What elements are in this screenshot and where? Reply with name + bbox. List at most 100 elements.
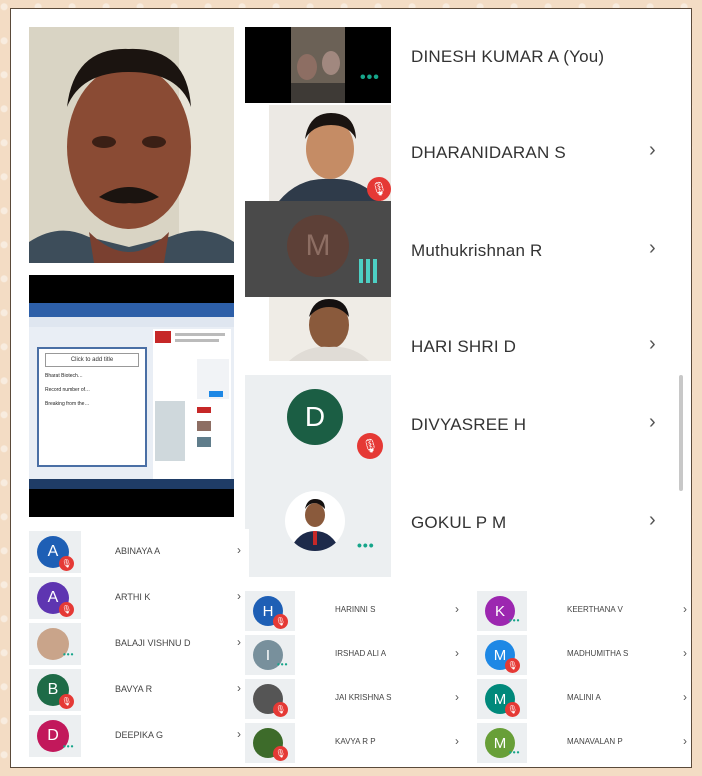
participant-video-young-man[interactable]: 🎙 (269, 105, 391, 201)
chevron-right-icon[interactable]: › (683, 602, 687, 616)
list-item[interactable]: DHARANIDARAN S › (407, 123, 677, 183)
mic-off-icon: 🎙 (59, 602, 74, 617)
chevron-right-icon[interactable]: › (455, 646, 459, 660)
chevron-right-icon[interactable]: › (683, 646, 687, 660)
more-options-icon[interactable]: ••• (63, 742, 74, 751)
list-item[interactable]: HARI SHRI D › (407, 317, 677, 377)
slide-bullet: Breaking from the… (45, 401, 90, 407)
list-item[interactable]: M 🎙 MALINI A › (477, 677, 691, 721)
avatar-tile: B 🎙 (29, 669, 81, 711)
list-item[interactable]: DINESH KUMAR A (You) (407, 27, 677, 87)
avatar-initial: K (494, 602, 505, 620)
more-options-icon[interactable]: ••• (277, 660, 288, 669)
chevron-right-icon[interactable]: › (237, 681, 241, 695)
chevron-right-icon[interactable]: › (649, 411, 656, 434)
list-item[interactable]: H 🎙 HARINNI S › (245, 589, 465, 633)
mic-off-icon: 🎙 (273, 614, 288, 629)
avatar-initial: M (305, 229, 331, 262)
more-options-icon[interactable]: ••• (63, 650, 74, 659)
slide-bullet: Record number of… (45, 387, 91, 393)
participant-name: Muthukrishnan R (411, 241, 543, 260)
list-item[interactable]: 🎙 JAI KRISHNA S › (245, 677, 465, 721)
list-item[interactable]: DIVYASREE H › (407, 395, 677, 455)
list-item[interactable]: I ••• IRSHAD ALI A › (245, 633, 465, 677)
list-item[interactable]: A 🎙 ABINAYA A › (29, 529, 249, 575)
avatar: D (287, 389, 343, 445)
list-item[interactable]: D ••• DEEPIKA G › (29, 713, 249, 759)
avatar-tile: K ••• (477, 591, 527, 631)
participant-name: IRSHAD ALI A (335, 649, 387, 658)
scrollbar[interactable] (679, 375, 683, 491)
participant-name: BAVYA R (115, 684, 153, 694)
participant-name: KAVYA R P (335, 737, 376, 746)
list-item[interactable]: K ••• KEERTHANA V › (477, 589, 691, 633)
list-item[interactable]: M ••• MANAVALAN P › (477, 721, 691, 765)
participant-name: DEEPIKA G (115, 730, 164, 740)
avatar-initial: B (47, 681, 59, 698)
slide-bullet: Bharat Biotech… (45, 373, 83, 379)
chevron-right-icon[interactable]: › (237, 635, 241, 649)
chevron-right-icon[interactable]: › (683, 734, 687, 748)
chevron-right-icon[interactable]: › (649, 139, 656, 162)
avatar-initial: M (493, 734, 507, 752)
more-options-icon[interactable]: ••• (357, 537, 375, 553)
more-options-icon[interactable]: ••• (509, 748, 520, 757)
chevron-right-icon[interactable]: › (683, 690, 687, 704)
list-item[interactable]: A 🎙 ARTHI K › (29, 575, 249, 621)
speaker-face-image (29, 27, 234, 263)
list-item[interactable]: Muthukrishnan R › (407, 221, 677, 281)
chevron-right-icon[interactable]: › (237, 543, 241, 557)
mic-off-icon: 🎙 (59, 556, 74, 571)
chevron-right-icon[interactable]: › (649, 333, 656, 356)
avatar-initial: I (265, 646, 271, 664)
participant-name: MALINI A (567, 693, 601, 702)
chevron-right-icon[interactable]: › (455, 602, 459, 616)
mic-off-icon: 🎙 (273, 746, 288, 761)
participant-tile-m[interactable]: M (245, 201, 391, 297)
participant-tile-d[interactable]: D 🎙 (245, 375, 391, 481)
main-speaker-video[interactable] (29, 27, 234, 263)
list-item[interactable]: 🎙 KAVYA R P › (245, 721, 465, 765)
chevron-right-icon[interactable]: › (649, 509, 656, 532)
chevron-right-icon[interactable]: › (455, 690, 459, 704)
participant-tile-photo[interactable]: ••• (245, 481, 391, 577)
avatar-initial: A (47, 543, 59, 560)
mic-off-icon: 🎙 (357, 433, 383, 459)
student-image (269, 297, 391, 361)
avatar-tile: M 🎙 (477, 635, 527, 675)
participant-name: KEERTHANA V (567, 605, 623, 614)
list-item[interactable]: ••• BALAJI VISHNU D › (29, 621, 249, 667)
participant-video-crowd[interactable]: ••• (245, 27, 391, 103)
chevron-right-icon[interactable]: › (455, 734, 459, 748)
avatar-initial: M (493, 646, 507, 664)
list-item[interactable]: B 🎙 BAVYA R › (29, 667, 249, 713)
avatar-tile: H 🎙 (245, 591, 295, 631)
list-item[interactable]: M 🎙 MADHUMITHA S › (477, 633, 691, 677)
participant-name: HARINNI S (335, 605, 376, 614)
chevron-right-icon[interactable]: › (649, 237, 656, 260)
chevron-right-icon[interactable]: › (237, 589, 241, 603)
participant-name: DIVYASREE H (411, 415, 527, 434)
participant-video-student[interactable] (269, 297, 391, 361)
slide-title: Click to add title (45, 353, 139, 367)
list-item[interactable]: GOKUL P M › (407, 493, 677, 553)
participant-name: DHARANIDARAN S (411, 143, 566, 162)
avatar-tile: I ••• (245, 635, 295, 675)
participant-name: ABINAYA A (115, 546, 161, 556)
avatar-initial: A (47, 589, 59, 606)
mic-off-icon: 🎙 (367, 177, 391, 201)
avatar-tile: D ••• (29, 715, 81, 757)
avatar-initial: M (493, 690, 507, 708)
participant-grid-col1: A 🎙 ABINAYA A › A 🎙 ARTHI K › ••• BALAJI VISHNU D… (29, 529, 249, 767)
screen-share-video[interactable]: Click to add title Bharat Biotech… Recor… (29, 275, 234, 517)
mic-off-icon: 🎙 (59, 694, 74, 709)
more-options-icon[interactable]: ••• (509, 616, 520, 625)
avatar-tile: M 🎙 (477, 679, 527, 719)
more-options-icon[interactable]: ••• (360, 69, 380, 87)
chevron-right-icon[interactable]: › (237, 727, 241, 741)
mic-off-icon: 🎙 (505, 702, 520, 717)
mic-off-icon: 🎙 (505, 658, 520, 673)
avatar-tile: 🎙 (245, 723, 295, 763)
audio-level-icon (359, 259, 377, 283)
toolbar (29, 317, 234, 327)
